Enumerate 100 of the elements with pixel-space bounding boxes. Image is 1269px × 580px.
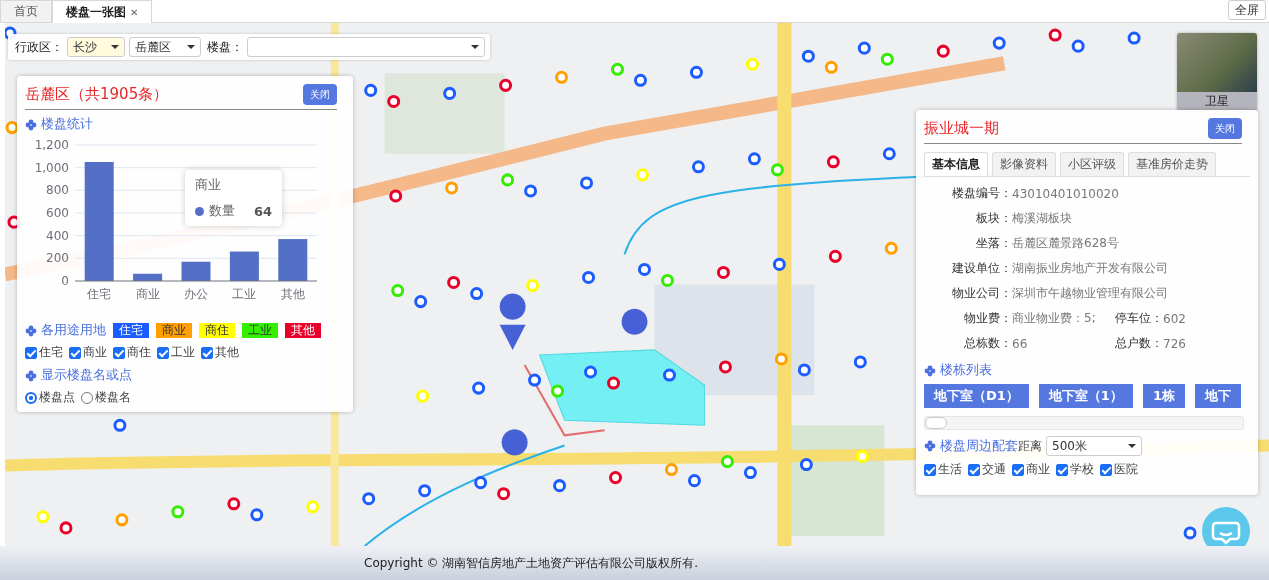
facility-checkbox[interactable]: 商业	[1012, 461, 1050, 478]
type-checkbox[interactable]: 其他	[201, 344, 239, 361]
map-marker[interactable]	[414, 295, 428, 309]
close-button[interactable]: 关闭	[1208, 118, 1242, 139]
map-marker[interactable]	[1127, 31, 1141, 45]
map-marker[interactable]	[250, 508, 264, 522]
map-marker[interactable]	[387, 94, 401, 108]
close-button[interactable]: 关闭	[303, 84, 337, 105]
map-marker[interactable]	[497, 487, 511, 501]
map-marker[interactable]	[362, 492, 376, 506]
map-marker[interactable]	[882, 147, 896, 161]
location-pin-icon[interactable]	[621, 308, 648, 335]
map-marker[interactable]	[447, 275, 461, 290]
satellite-toggle[interactable]: 卫星	[1177, 33, 1257, 111]
map-marker[interactable]	[747, 152, 761, 166]
scrollbar-thumb[interactable]	[925, 417, 947, 429]
map-marker[interactable]	[389, 189, 403, 203]
facility-checkbox[interactable]: 学校	[1056, 461, 1094, 478]
detail-tab[interactable]: 小区评级	[1060, 152, 1124, 176]
horizontal-scrollbar[interactable]	[924, 416, 1244, 430]
type-checkbox[interactable]: 工业	[157, 344, 195, 361]
distance-select[interactable]: 500米	[1046, 436, 1142, 456]
location-pin-icon[interactable]	[499, 293, 526, 350]
map-marker[interactable]	[607, 376, 620, 390]
building-button[interactable]: 地下室（1）	[1038, 384, 1133, 408]
map-marker[interactable]	[609, 471, 622, 485]
map-marker[interactable]	[664, 463, 678, 477]
map-marker[interactable]	[824, 60, 838, 74]
map-marker[interactable]	[364, 83, 378, 97]
map-marker[interactable]	[687, 474, 701, 488]
type-checkbox[interactable]: 商业	[69, 344, 107, 361]
map-marker[interactable]	[801, 49, 815, 63]
map-marker[interactable]	[1183, 526, 1197, 540]
map-marker[interactable]	[474, 476, 488, 490]
map-marker[interactable]	[718, 360, 732, 374]
map-marker[interactable]	[115, 513, 129, 527]
map-marker[interactable]	[638, 262, 651, 276]
map-marker[interactable]	[884, 241, 898, 255]
map-marker[interactable]	[227, 497, 241, 511]
map-marker[interactable]	[799, 458, 813, 472]
field-value: 商业物业费：5;	[1012, 310, 1097, 327]
map-marker[interactable]	[857, 41, 871, 55]
map-marker[interactable]	[113, 418, 127, 432]
building-button[interactable]: 地下	[1194, 384, 1241, 408]
type-checkbox[interactable]: 商住	[113, 344, 151, 361]
facility-checkbox[interactable]: 医院	[1100, 461, 1138, 478]
facility-checkbox[interactable]: 生活	[924, 461, 962, 478]
map-marker[interactable]	[772, 257, 786, 271]
map-marker[interactable]	[662, 368, 676, 382]
map-marker[interactable]	[418, 484, 432, 498]
map-marker[interactable]	[936, 44, 950, 58]
field-value: 602	[1163, 311, 1187, 326]
estate-area[interactable]	[539, 349, 705, 426]
map-marker[interactable]	[743, 466, 757, 480]
map-marker[interactable]	[826, 155, 840, 169]
map-marker[interactable]	[524, 184, 538, 198]
building-button[interactable]: 地下室（D1）	[924, 384, 1029, 408]
display-radio[interactable]: 楼盘点	[25, 389, 75, 406]
map-marker[interactable]	[992, 36, 1006, 50]
detail-tab[interactable]: 基本信息	[924, 152, 988, 176]
map-marker[interactable]	[691, 160, 705, 174]
map-marker[interactable]	[774, 352, 788, 366]
tooltip-value: 64	[254, 203, 273, 219]
axis-tick-label: 0	[61, 274, 69, 288]
map-marker[interactable]	[689, 65, 703, 79]
map-marker[interactable]	[472, 381, 486, 395]
map-marker[interactable]	[59, 521, 73, 535]
page-tab[interactable]: 楼盘一张图 ✕	[52, 0, 153, 23]
detail-tab[interactable]: 影像资料	[992, 152, 1056, 176]
map-marker[interactable]	[443, 86, 457, 100]
type-checkbox[interactable]: 住宅	[25, 344, 63, 361]
city-select[interactable]: 长沙	[67, 37, 125, 57]
display-radio[interactable]: 楼盘名	[81, 389, 131, 406]
map-marker[interactable]	[853, 355, 867, 369]
map-marker[interactable]	[445, 181, 459, 195]
map-marker[interactable]	[555, 70, 569, 84]
building-button[interactable]: 1栋	[1142, 384, 1185, 408]
fullscreen-button[interactable]: 全屏	[1228, 0, 1266, 20]
detail-tab[interactable]: 基准房价走势	[1128, 152, 1216, 176]
district-select[interactable]: 岳麓区	[129, 37, 201, 57]
close-tab-icon[interactable]: ✕	[130, 6, 139, 18]
map-marker[interactable]	[5, 121, 19, 135]
map-marker[interactable]	[797, 363, 811, 377]
map-marker[interactable]	[1071, 39, 1085, 53]
location-pin-icon[interactable]	[501, 429, 528, 456]
map-marker[interactable]	[470, 287, 484, 301]
map-marker[interactable]	[634, 73, 647, 87]
map-marker[interactable]	[553, 479, 567, 493]
map-marker[interactable]	[828, 249, 842, 263]
map-marker[interactable]	[716, 265, 730, 279]
clover-icon	[25, 118, 37, 131]
map-marker[interactable]	[582, 270, 596, 284]
map-marker[interactable]	[584, 365, 598, 379]
section-title: 楼盘统计	[41, 116, 93, 133]
map-marker[interactable]	[528, 373, 542, 387]
map-marker[interactable]	[499, 78, 513, 92]
map-marker[interactable]	[1048, 28, 1062, 42]
map-marker[interactable]	[580, 176, 594, 190]
facility-checkbox[interactable]: 交通	[968, 461, 1006, 478]
page-tab[interactable]: 首页	[0, 0, 52, 22]
